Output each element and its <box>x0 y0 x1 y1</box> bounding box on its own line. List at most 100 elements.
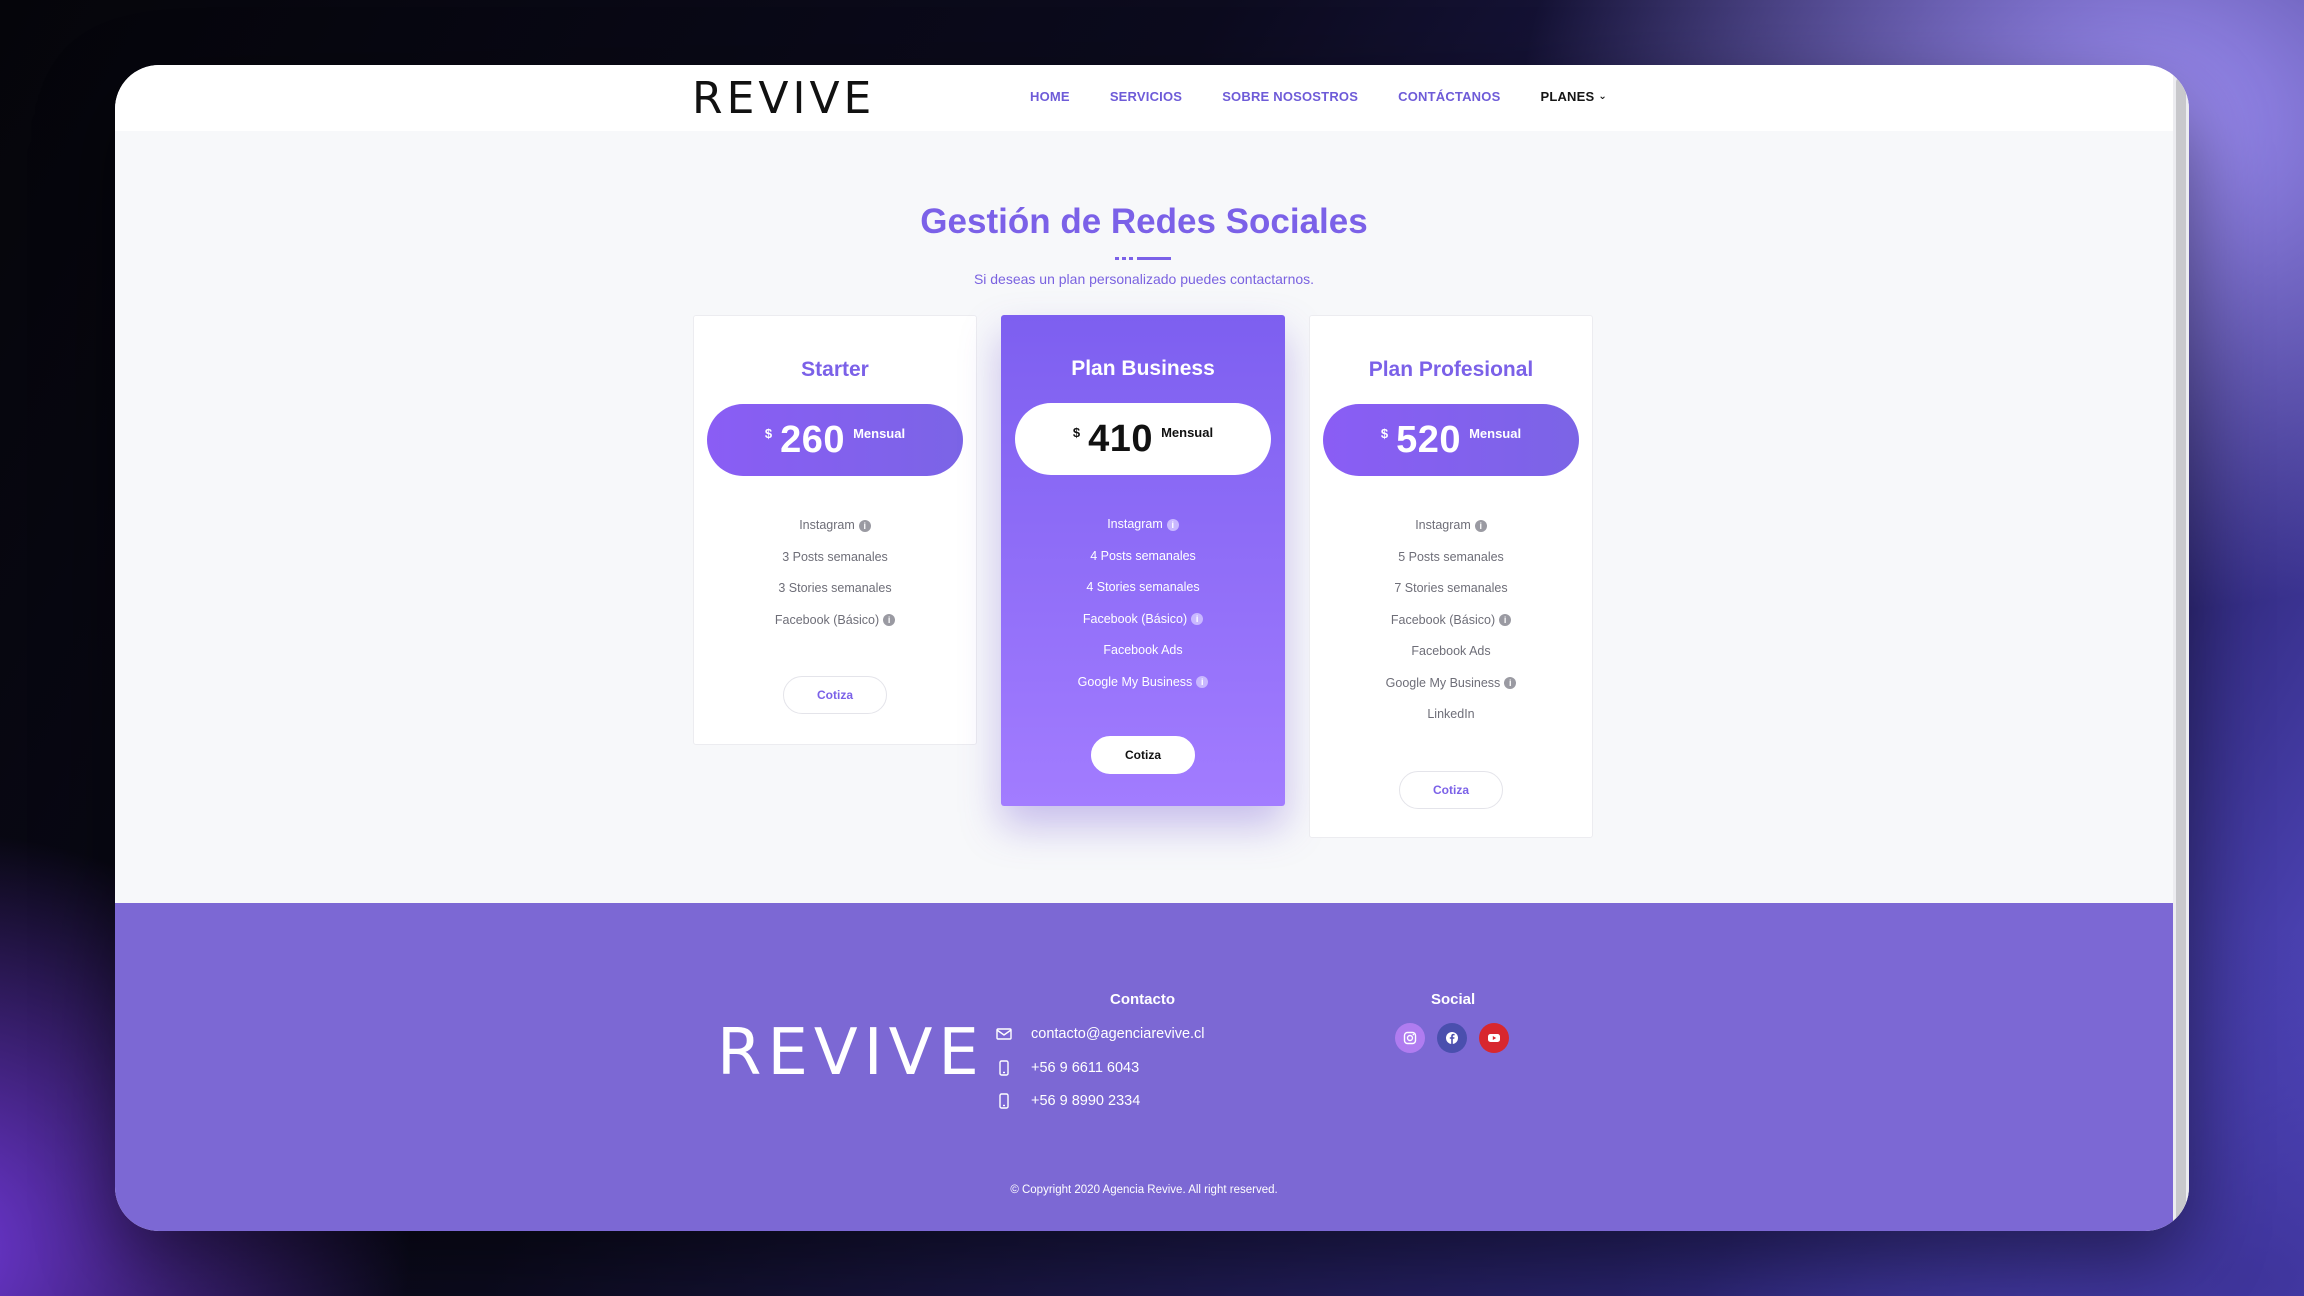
price-period: Mensual <box>1469 426 1522 441</box>
feature-item: Facebook Ads <box>1310 636 1592 668</box>
nav-menu: HOME SERVICIOS SOBRE NOSOSTROS CONTÁCTAN… <box>1030 89 1607 104</box>
footer-revive-logo[interactable]: REVIVE <box>717 1016 985 1090</box>
divider-dot <box>1115 257 1119 260</box>
contact-phone-row: +56 9 8990 2334 <box>995 1092 1140 1110</box>
price-period: Mensual <box>853 426 906 441</box>
feature-label: 7 Stories semanales <box>1394 581 1508 595</box>
feature-item: 5 Posts semanales <box>1310 542 1592 574</box>
top-navbar: REVIVE HOME SERVICIOS SOBRE NOSOSTROS CO… <box>115 65 2173 131</box>
currency-symbol: $ <box>1380 426 1389 441</box>
plan-card-starter: Starter $ 260 Mensual Instagram i 3 Posts… <box>693 315 977 745</box>
feature-item: Instagram i <box>694 510 976 542</box>
price-pill: $ 410 Mensual <box>1015 403 1271 475</box>
feature-item: 4 Posts semanales <box>1001 541 1285 573</box>
feature-label: Facebook (Básico) <box>774 612 880 627</box>
info-icon[interactable]: i <box>883 614 896 627</box>
title-divider <box>1115 257 1175 261</box>
feature-list: Instagram i 4 Posts semanales 4 Stories s… <box>1001 509 1285 698</box>
social-heading: Social <box>1431 991 1476 1008</box>
feature-label: 4 Stories semanales <box>1086 580 1200 594</box>
feature-label: Facebook Ads <box>1411 644 1491 658</box>
feature-item: Google My Business i <box>1001 667 1285 699</box>
feature-label: Facebook (Básico) <box>1390 612 1496 627</box>
price-pill: $ 260 Mensual <box>707 404 963 476</box>
feature-item: Instagram i <box>1310 510 1592 542</box>
chevron-down-icon: ⌄ <box>1598 91 1607 102</box>
plan-name: Plan Profesional <box>1368 358 1534 381</box>
info-icon[interactable]: i <box>1196 676 1209 689</box>
feature-label: 3 Stories semanales <box>778 581 892 595</box>
plan-name: Starter <box>801 358 869 381</box>
footer <box>115 903 2173 1231</box>
nav-planes-dropdown[interactable]: PLANES ⌄ <box>1540 89 1607 104</box>
divider-dot <box>1122 257 1126 260</box>
feature-label: 4 Posts semanales <box>1090 548 1196 563</box>
feature-item: Facebook (Básico) i <box>1001 604 1285 636</box>
scrollbar-thumb[interactable] <box>2176 77 2186 1222</box>
info-icon[interactable]: i <box>1504 677 1517 690</box>
contact-phone-1[interactable]: +56 9 6611 6043 <box>1031 1060 1139 1076</box>
nav-planes-label: PLANES <box>1540 89 1595 104</box>
page-subtitle: Si deseas un plan personalizado puedes c… <box>973 271 1315 287</box>
feature-item: 3 Posts semanales <box>694 542 976 574</box>
feature-label: Facebook (Básico) <box>1082 611 1188 626</box>
instagram-icon[interactable] <box>1395 1023 1425 1053</box>
price-amount: 260 <box>780 418 846 461</box>
feature-list: Instagram i 3 Posts semanales 3 Stories s… <box>694 510 976 636</box>
divider-bar <box>1137 257 1171 260</box>
social-links <box>1395 1023 1509 1053</box>
feature-item: 7 Stories semanales <box>1310 573 1592 605</box>
feature-label: Facebook Ads <box>1103 643 1183 657</box>
contact-heading: Contacto <box>1110 991 1175 1008</box>
contact-email[interactable]: contacto@agenciarevive.cl <box>1031 1026 1205 1042</box>
plan-card-profesional: Plan Profesional $ 520 Mensual Instagram… <box>1309 315 1593 838</box>
feature-item: Facebook (Básico) i <box>1310 605 1592 637</box>
feature-label: Google My Business <box>1385 675 1501 690</box>
price-amount: 520 <box>1396 418 1462 461</box>
feature-item: Facebook (Básico) i <box>694 605 976 637</box>
divider-dot <box>1129 257 1133 260</box>
feature-item: Facebook Ads <box>1001 635 1285 667</box>
info-icon[interactable]: i <box>1499 614 1512 627</box>
plan-card-business: Plan Business $ 410 Mensual Instagram i 4… <box>1001 315 1285 806</box>
contact-phone-row: +56 9 6611 6043 <box>995 1059 1139 1077</box>
info-icon[interactable]: i <box>858 519 871 532</box>
feature-label: 3 Posts semanales <box>782 549 888 564</box>
nav-home-link[interactable]: HOME <box>1030 89 1070 104</box>
feature-item: 4 Stories semanales <box>1001 572 1285 604</box>
feature-item: Google My Business i <box>1310 668 1592 700</box>
info-icon[interactable]: i <box>1191 613 1204 626</box>
page-title: Gestión de Redes Sociales <box>920 202 1368 241</box>
cotiza-button[interactable]: Cotiza <box>783 676 887 714</box>
feature-item: Instagram i <box>1001 509 1285 541</box>
contact-phone-2[interactable]: +56 9 8990 2334 <box>1031 1093 1140 1109</box>
phone-icon <box>995 1092 1013 1110</box>
feature-label: LinkedIn <box>1427 707 1475 721</box>
phone-icon <box>995 1059 1013 1077</box>
price-amount: 410 <box>1088 417 1154 460</box>
contact-email-row: contacto@agenciarevive.cl <box>995 1025 1205 1043</box>
page-scrollbar[interactable] <box>2173 65 2189 1231</box>
cotiza-button[interactable]: Cotiza <box>1399 770 1503 809</box>
feature-label: Google My Business <box>1077 674 1193 689</box>
feature-label: 5 Posts semanales <box>1398 549 1504 564</box>
copyright-text: © Copyright 2020 Agencia Revive. All rig… <box>1010 1184 1278 1196</box>
revive-logo[interactable]: REVIVE <box>692 73 875 124</box>
feature-item: LinkedIn <box>1310 699 1592 731</box>
browser-window: REVIVE HOME SERVICIOS SOBRE NOSOSTROS CO… <box>115 65 2189 1231</box>
feature-label: Instagram <box>1107 517 1163 531</box>
price-period: Mensual <box>1161 425 1214 440</box>
facebook-icon[interactable] <box>1437 1023 1467 1053</box>
cotiza-button[interactable]: Cotiza <box>1091 736 1195 774</box>
plan-name: Plan Business <box>1071 357 1215 380</box>
nav-contactanos-link[interactable]: CONTÁCTANOS <box>1398 89 1500 104</box>
feature-label: Instagram <box>799 518 855 532</box>
price-pill: $ 520 Mensual <box>1323 404 1579 476</box>
youtube-icon[interactable] <box>1479 1023 1509 1053</box>
feature-list: Instagram i 5 Posts semanales 7 Stories s… <box>1310 510 1592 731</box>
nav-sobre-nosotros-link[interactable]: SOBRE NOSOSTROS <box>1222 89 1358 104</box>
info-icon[interactable]: i <box>1166 518 1179 531</box>
nav-servicios-link[interactable]: SERVICIOS <box>1110 89 1182 104</box>
feature-label: Instagram <box>1415 518 1471 532</box>
info-icon[interactable]: i <box>1474 519 1487 532</box>
